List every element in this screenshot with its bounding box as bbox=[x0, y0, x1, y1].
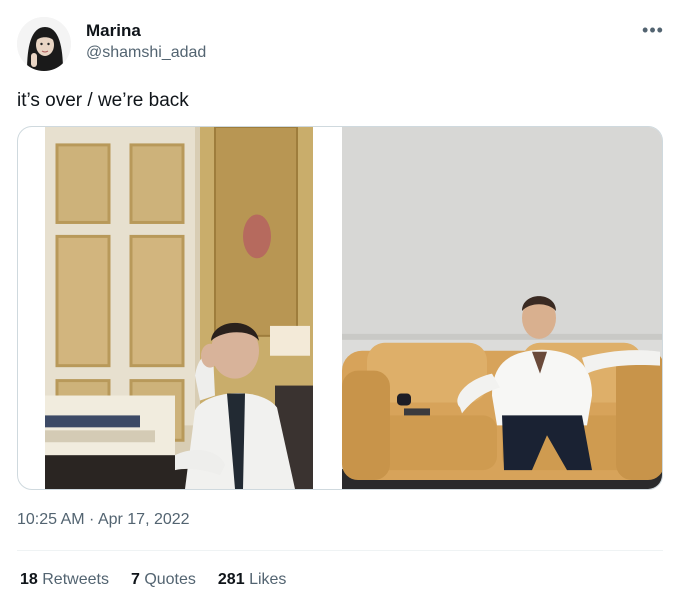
likes-count[interactable]: 281 Likes bbox=[218, 571, 287, 589]
engagement-stats: 18 Retweets 7 Quotes 281 Likes bbox=[20, 571, 286, 589]
quotes-number: 7 bbox=[130, 571, 140, 588]
likes-number: 281 bbox=[217, 571, 245, 588]
avatar-image bbox=[17, 17, 71, 71]
retweets-label: Retweets bbox=[42, 571, 109, 588]
photo-office-desk[interactable] bbox=[45, 127, 313, 489]
divider bbox=[17, 550, 663, 551]
avatar[interactable] bbox=[17, 17, 71, 71]
tweet-text: it’s over / we’re back bbox=[17, 90, 189, 111]
media-grid bbox=[17, 126, 663, 490]
retweets-count[interactable]: 18 Retweets bbox=[20, 571, 109, 589]
tweet-card: Marina @shamshi_adad ••• it’s over / we’… bbox=[0, 0, 680, 606]
timestamp[interactable]: 10:25 AM · Apr 17, 2022 bbox=[17, 511, 190, 529]
retweets-number: 18 bbox=[20, 571, 38, 588]
display-name[interactable]: Marina bbox=[86, 21, 141, 41]
likes-label: Likes bbox=[249, 571, 287, 588]
more-options-icon[interactable]: ••• bbox=[640, 20, 666, 40]
photo-yellow-sofa-image bbox=[342, 127, 662, 489]
quotes-label: Quotes bbox=[144, 571, 196, 588]
quotes-count[interactable]: 7 Quotes bbox=[131, 571, 196, 589]
photo-yellow-sofa[interactable] bbox=[342, 127, 662, 489]
photo-office-desk-image bbox=[45, 127, 313, 489]
user-handle[interactable]: @shamshi_adad bbox=[86, 44, 206, 62]
